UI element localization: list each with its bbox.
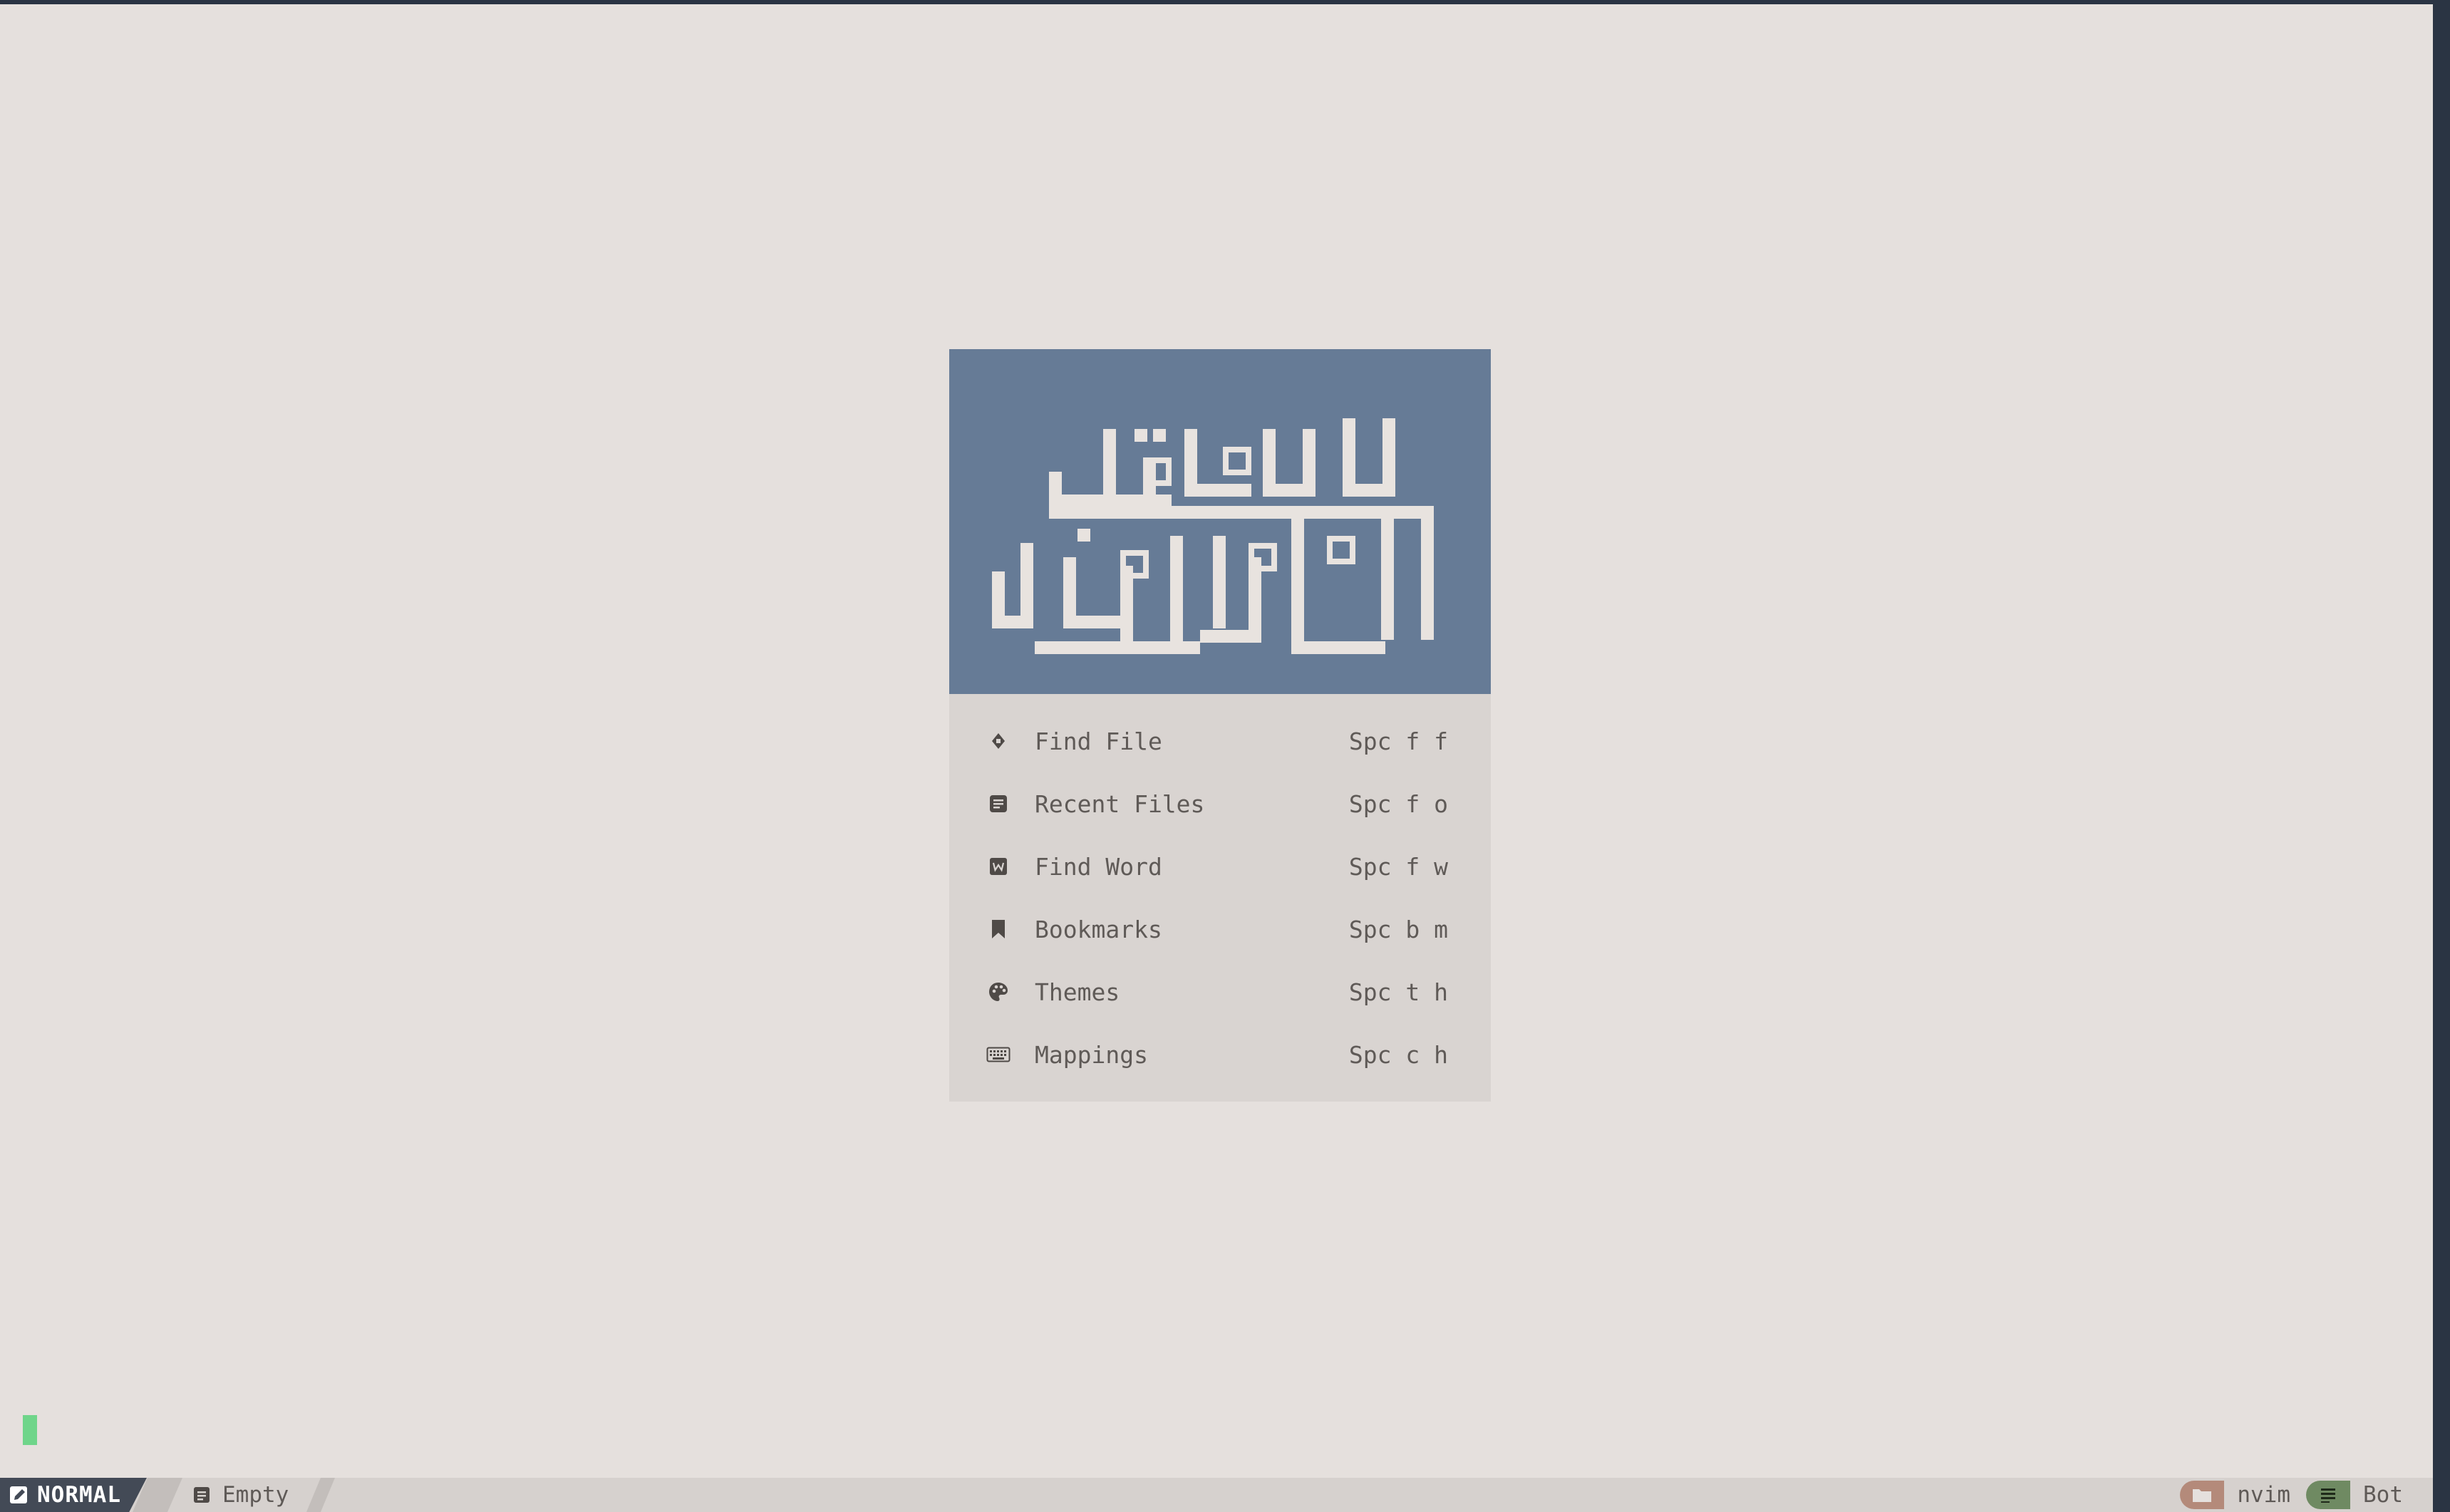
menu-item-keys: Spc b m — [1348, 915, 1448, 943]
bookmark-icon — [986, 917, 1011, 941]
file-search-icon — [986, 729, 1011, 753]
position-icon — [2306, 1481, 2350, 1509]
window-top-border — [0, 0, 2450, 4]
dashboard: Find File Spc f f Recent Files Spc f o F… — [949, 349, 1491, 1102]
menu-item-mappings[interactable]: Mappings Spc c h — [949, 1023, 1491, 1086]
menu-item-keys: Spc c h — [1348, 1040, 1448, 1069]
scroll-position: Bot — [2363, 1482, 2403, 1508]
statusline-right: nvim Bot — [2180, 1478, 2419, 1512]
menu-item-keys: Spc t h — [1348, 978, 1448, 1006]
menu-item-label: Find File — [1035, 727, 1162, 755]
menu-item-find-word[interactable]: Find Word Spc f w — [949, 835, 1491, 898]
dashboard-menu: Find File Spc f f Recent Files Spc f o F… — [949, 694, 1491, 1102]
mode-label: NORMAL — [37, 1482, 121, 1508]
recent-files-icon — [986, 792, 1011, 816]
text-cursor — [23, 1415, 37, 1445]
keyboard-icon — [986, 1042, 1011, 1067]
mode-indicator: NORMAL — [0, 1478, 147, 1512]
menu-item-recent-files[interactable]: Recent Files Spc f o — [949, 772, 1491, 835]
directory-name: nvim — [2237, 1482, 2290, 1508]
menu-item-label: Mappings — [1035, 1040, 1148, 1069]
folder-icon — [2180, 1481, 2225, 1509]
neovim-window: Find File Spc f f Recent Files Spc f o F… — [0, 0, 2450, 1512]
menu-item-label: Recent Files — [1035, 789, 1205, 818]
file-icon — [194, 1487, 210, 1503]
statusline: NORMAL Empty nvim Bot — [0, 1478, 2433, 1512]
dashboard-header — [949, 349, 1491, 694]
edit-icon — [10, 1486, 27, 1503]
menu-item-label: Find Word — [1035, 852, 1162, 881]
menu-item-keys: Spc f w — [1348, 852, 1448, 881]
window-right-border — [2433, 0, 2450, 1512]
menu-item-themes[interactable]: Themes Spc t h — [949, 960, 1491, 1023]
menu-item-keys: Spc f f — [1348, 727, 1448, 755]
palette-icon — [986, 980, 1011, 1004]
menu-item-keys: Spc f o — [1348, 789, 1448, 818]
menu-item-bookmarks[interactable]: Bookmarks Spc b m — [949, 898, 1491, 960]
file-name: Empty — [222, 1482, 289, 1508]
kufic-calligraphy-logo — [992, 418, 1434, 654]
menu-item-label: Themes — [1035, 978, 1120, 1006]
file-segment: Empty — [182, 1478, 289, 1512]
menu-item-find-file[interactable]: Find File Spc f f — [949, 710, 1491, 772]
word-icon — [986, 854, 1011, 879]
menu-item-label: Bookmarks — [1035, 915, 1162, 943]
statusline-separator — [306, 1478, 335, 1512]
